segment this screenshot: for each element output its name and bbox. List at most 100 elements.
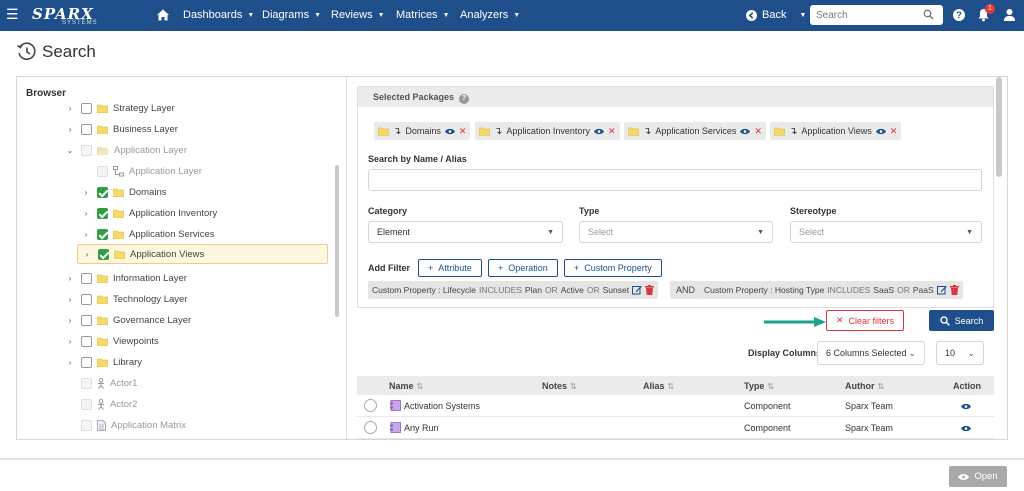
tree-node-application-services[interactable]: › Application Services	[81, 224, 215, 244]
tree-checkbox[interactable]	[81, 102, 92, 114]
eye-icon[interactable]	[875, 128, 886, 135]
tree-node-application-matrix[interactable]: Application Matrix	[75, 415, 186, 435]
eye-icon[interactable]	[961, 403, 971, 410]
tree-checkbox[interactable]	[81, 293, 92, 305]
chevron-right-icon[interactable]: ›	[65, 358, 75, 367]
table-row[interactable]: Any Run Component Sparx Team	[357, 417, 994, 439]
type-select[interactable]: Select ▼	[579, 221, 773, 243]
nav-reviews[interactable]: Reviews ▼	[331, 9, 385, 21]
tree-node-application-layer-diagram[interactable]: Application Layer	[97, 161, 202, 181]
sparx-logo[interactable]: SPARX SYSTEMS	[32, 5, 112, 27]
tree-checkbox[interactable]	[81, 335, 92, 347]
form-scrollbar[interactable]	[996, 77, 1002, 177]
name-alias-input[interactable]	[368, 169, 982, 191]
column-header-author[interactable]: Author ⇅	[845, 381, 884, 391]
column-header-type[interactable]: Type ⇅	[744, 381, 774, 391]
tree-node-actor2[interactable]: Actor2	[75, 394, 137, 414]
chevron-right-icon[interactable]: ›	[65, 125, 75, 134]
tree-node-business-layer[interactable]: › Business Layer	[65, 119, 178, 139]
sort-icon[interactable]: ⇅	[417, 382, 424, 391]
tree-checkbox[interactable]	[81, 314, 92, 326]
remove-icon[interactable]: ✕	[890, 126, 898, 137]
tree-checkbox[interactable]	[81, 123, 92, 135]
tree-checkbox[interactable]	[81, 377, 92, 389]
chevron-right-icon[interactable]: ›	[65, 337, 75, 346]
tree-checkbox-checked[interactable]	[97, 207, 108, 219]
tree-checkbox-checked[interactable]	[97, 186, 108, 198]
caret-down-icon[interactable]: ▼	[799, 12, 806, 19]
tree-checkbox-checked[interactable]	[97, 228, 108, 240]
nav-diagrams[interactable]: Diagrams ▼	[262, 9, 321, 21]
tree-node-application-views[interactable]: › Application Views	[77, 244, 328, 264]
clear-filters-button[interactable]: ✕ Clear filters	[826, 310, 904, 331]
trash-icon[interactable]	[949, 285, 959, 295]
tree-checkbox[interactable]	[81, 356, 92, 368]
chevron-down-icon[interactable]: ⌄	[65, 146, 75, 155]
stereotype-select[interactable]: Select ▼	[790, 221, 982, 243]
search-button[interactable]: Search	[929, 310, 994, 331]
edit-icon[interactable]	[936, 285, 947, 295]
chevron-right-icon[interactable]: ›	[82, 250, 92, 259]
tree-checkbox[interactable]	[81, 398, 92, 410]
remove-icon[interactable]: ✕	[459, 126, 467, 137]
tree-node-application-inventory[interactable]: › Application Inventory	[81, 203, 217, 223]
row-select-radio[interactable]	[364, 399, 377, 412]
display-columns-select[interactable]: 6 Columns Selected ⌄	[817, 341, 925, 365]
help-icon[interactable]: ?	[953, 9, 965, 21]
tree-node-governance-layer[interactable]: › Governance Layer	[65, 310, 191, 330]
tree-node-information-layer[interactable]: › Information Layer	[65, 268, 187, 288]
column-header-notes[interactable]: Notes ⇅	[542, 381, 577, 391]
chevron-right-icon[interactable]: ›	[65, 274, 75, 283]
tree-node-strategy-layer[interactable]: › Strategy Layer	[65, 98, 175, 118]
browser-scrollbar[interactable]	[335, 165, 339, 317]
chevron-right-icon[interactable]: ›	[81, 188, 91, 197]
open-button[interactable]: Open	[949, 466, 1007, 487]
row-select-radio[interactable]	[364, 421, 377, 434]
tree-node-library[interactable]: › Library	[65, 352, 142, 372]
tree-node-actor1[interactable]: Actor1	[75, 373, 137, 393]
sort-icon[interactable]: ⇅	[570, 382, 577, 391]
column-header-name[interactable]: Name ⇅	[389, 381, 423, 391]
help-icon[interactable]: ?	[459, 94, 470, 104]
search-icon[interactable]	[923, 9, 934, 20]
chevron-right-icon[interactable]: ›	[65, 104, 75, 113]
eye-icon[interactable]	[593, 128, 604, 135]
tree-checkbox-checked[interactable]	[98, 248, 109, 260]
menu-icon[interactable]: ☰	[6, 7, 19, 21]
eye-icon[interactable]	[961, 425, 971, 432]
tree-checkbox[interactable]	[97, 165, 108, 177]
eye-icon[interactable]	[740, 128, 751, 135]
remove-icon[interactable]: ✕	[608, 126, 616, 137]
tree-checkbox[interactable]	[81, 144, 92, 156]
eye-icon[interactable]	[444, 128, 455, 135]
column-header-alias[interactable]: Alias ⇅	[643, 381, 674, 391]
nav-dashboards[interactable]: Dashboards ▼	[183, 9, 254, 21]
page-size-select[interactable]: 10 ⌄	[936, 341, 984, 365]
add-attribute-filter-button[interactable]: + Attribute	[418, 259, 482, 277]
chevron-right-icon[interactable]: ›	[65, 295, 75, 304]
tree-node-domains[interactable]: › Domains	[81, 182, 167, 202]
tree-node-application-layer[interactable]: ⌄ Application Layer	[65, 140, 187, 160]
chevron-right-icon[interactable]: ›	[81, 209, 91, 218]
sort-icon[interactable]: ⇅	[668, 382, 675, 391]
tree-checkbox[interactable]	[81, 419, 92, 431]
tree-node-viewpoints[interactable]: › Viewpoints	[65, 331, 159, 351]
sort-icon[interactable]: ⇅	[767, 382, 774, 391]
tree-node-technology-layer[interactable]: › Technology Layer	[65, 289, 187, 309]
nav-analyzers[interactable]: Analyzers ▼	[460, 9, 520, 21]
add-custom-property-filter-button[interactable]: + Custom Property	[564, 259, 662, 277]
category-select[interactable]: Element ▼	[368, 221, 563, 243]
nav-matrices[interactable]: Matrices ▼	[396, 9, 450, 21]
user-icon[interactable]	[1003, 8, 1016, 21]
table-row[interactable]: Activation Systems Component Sparx Team	[357, 395, 994, 417]
tree-checkbox[interactable]	[81, 272, 92, 284]
trash-icon[interactable]	[645, 285, 655, 295]
add-operation-filter-button[interactable]: + Operation	[488, 259, 558, 277]
home-icon[interactable]	[156, 8, 170, 22]
back-button[interactable]: Back ▼	[746, 9, 806, 21]
remove-icon[interactable]: ✕	[754, 126, 762, 137]
sort-icon[interactable]: ⇅	[878, 382, 885, 391]
chevron-right-icon[interactable]: ›	[81, 230, 91, 239]
edit-icon[interactable]	[632, 285, 642, 295]
chevron-right-icon[interactable]: ›	[65, 316, 75, 325]
